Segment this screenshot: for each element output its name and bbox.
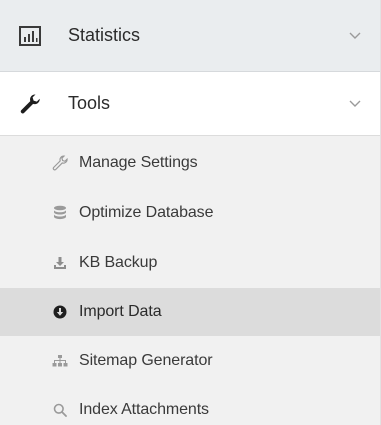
submenu-item-label: Optimize Database [79,204,214,221]
wrench-icon [52,155,68,171]
submenu-item-import-data[interactable]: Import Data [0,288,380,336]
submenu-item-index-attachments[interactable]: Index Attachments [0,386,380,425]
chevron-down-icon[interactable] [348,29,362,43]
submenu-item-label: Index Attachments [79,401,209,418]
submenu-item-label: Sitemap Generator [79,352,213,369]
submenu-item-optimize-database[interactable]: Optimize Database [0,189,380,237]
submenu-item-label: Import Data [79,303,162,320]
menu-section-tools[interactable]: Tools [0,72,380,136]
submenu-item-manage-settings[interactable]: Manage Settings [0,139,380,187]
tools-submenu: Manage Settings Optimize Database KB Bac… [0,136,380,425]
wrench-icon [18,92,42,116]
submenu-item-sitemap-generator[interactable]: Sitemap Generator [0,337,380,385]
submenu-item-label: Manage Settings [79,154,198,171]
sitemap-icon [52,353,68,369]
download-icon [52,255,68,271]
sidebar-menu: Statistics Tools Manage Settings Optimiz… [0,0,381,425]
bar-chart-icon [18,24,42,48]
arrow-circle-down-icon [52,304,68,320]
tools-label: Tools [68,93,111,113]
database-icon [52,205,68,221]
submenu-item-kb-backup[interactable]: KB Backup [0,239,380,287]
statistics-label: Statistics [68,25,141,45]
chevron-down-icon[interactable] [348,97,362,111]
search-icon [52,402,68,418]
submenu-item-label: KB Backup [79,254,158,271]
menu-section-statistics[interactable]: Statistics [0,0,380,72]
